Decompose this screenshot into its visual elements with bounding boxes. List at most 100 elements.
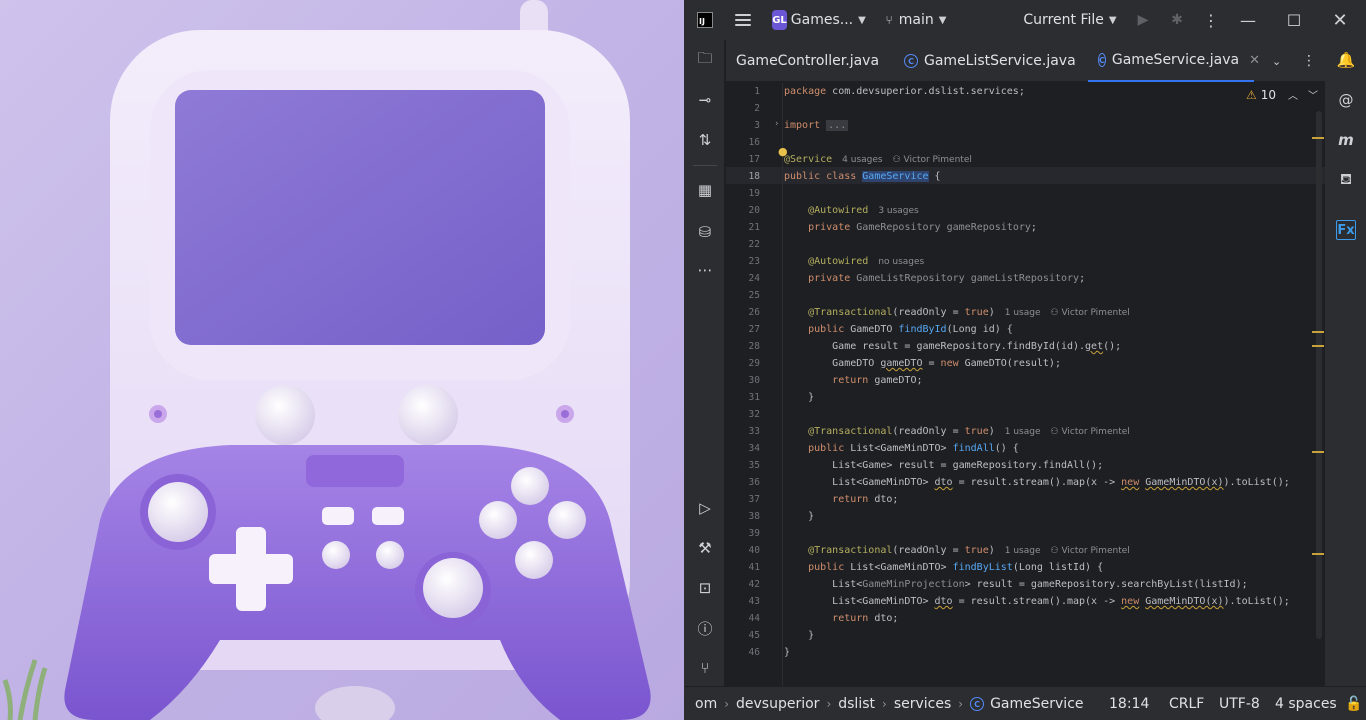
line-number: 23 [748, 256, 760, 267]
line-number: 45 [748, 630, 760, 641]
file-encoding[interactable]: UTF-8 [1219, 687, 1260, 720]
code-line: import ... [784, 120, 849, 131]
terminal-icon[interactable]: ⊡ [695, 578, 715, 598]
ai-assistant-icon[interactable]: @ [1336, 90, 1356, 110]
maximize-button[interactable]: ☐ [1271, 0, 1317, 40]
code-line: } [784, 511, 815, 522]
code-line: public GameDTO findById(Long id) { [808, 324, 1013, 335]
maven-icon[interactable]: m [1336, 130, 1356, 150]
intellij-logo-icon[interactable]: IJ [695, 0, 715, 40]
database-icon[interactable]: ⛁ [695, 222, 715, 242]
lightbulb-icon[interactable]: ● [778, 145, 788, 158]
previous-highlight-icon[interactable]: ︿ [1288, 87, 1298, 102]
commit-icon[interactable]: ⊸ [695, 90, 715, 110]
branch-selector[interactable]: ⑂ main ▼ [881, 0, 951, 40]
debug-icon[interactable]: ✱ [1167, 0, 1187, 40]
breadcrumb-item[interactable]: services [894, 696, 951, 712]
gradle-icon[interactable]: ⛾ [1336, 170, 1356, 190]
inspection-widget[interactable]: ⚠ 10 ︿ ﹀ [1246, 87, 1318, 103]
line-number: 29 [748, 358, 760, 369]
build-icon[interactable]: ⚒ [695, 538, 715, 558]
code-line: private GameListRepository gameListRepos… [808, 273, 1086, 284]
tab-game-controller[interactable]: GameController.java [736, 40, 879, 82]
tab-game-service[interactable]: C GameService.java ✕ [1088, 40, 1260, 82]
project-selector[interactable]: GL Games... ▼ [772, 0, 866, 40]
line-number: 35 [748, 460, 760, 471]
git-branch-icon: ⑂ [885, 13, 893, 27]
code-line: GameDTO gameDTO = new GameDTO(result); [784, 358, 1061, 369]
git-icon[interactable]: ⑂ [695, 658, 715, 678]
code-line: List<GameMinProjection> result = gameRep… [784, 579, 1248, 590]
code-line: List<GameMinDTO> dto = result.stream().m… [784, 477, 1290, 488]
services-icon[interactable]: ▷ [695, 498, 715, 518]
caret-position[interactable]: 18:14 [1109, 687, 1149, 720]
game-console-illustration [0, 0, 684, 720]
fold-arrow-icon[interactable]: › [775, 119, 779, 129]
line-ending[interactable]: CRLF [1169, 687, 1204, 720]
run-icon[interactable]: ▶ [1133, 0, 1153, 40]
tab-game-list-service[interactable]: C GameListService.java [904, 40, 1076, 82]
minimize-button[interactable]: — [1225, 0, 1271, 40]
problems-icon[interactable]: ⓘ [695, 618, 715, 638]
tab-label: GameListService.java [924, 53, 1076, 69]
code-line: return dto; [832, 613, 899, 624]
warning-count: 10 [1260, 87, 1277, 102]
code-line: @Transactional(readOnly = true) 1 usage ⚇ … [808, 307, 1130, 318]
run-config-selector[interactable]: Current File ▼ [1023, 0, 1117, 40]
more-actions-icon[interactable]: ⋮ [1201, 0, 1221, 40]
code-line: List<GameMinDTO> dto = result.stream().m… [784, 596, 1290, 607]
notifications-icon[interactable]: 🔔 [1336, 50, 1356, 70]
code-line: @Service 4 usages ⚇ Victor Pimentel [784, 154, 972, 165]
editor-scrollbar[interactable] [1316, 111, 1322, 639]
warning-marker[interactable] [1312, 553, 1324, 555]
main-menu-button[interactable] [733, 0, 753, 40]
close-button[interactable]: ✕ [1317, 0, 1363, 40]
project-name: Games... [790, 12, 854, 28]
line-number: 31 [748, 392, 760, 403]
line-number: 1 [754, 86, 760, 97]
lock-icon[interactable]: 🔓 [1345, 687, 1362, 720]
code-line: } [784, 392, 815, 403]
chevron-down-icon: ▼ [1108, 14, 1117, 26]
code-line: public List<GameMinDTO> findByList(Long … [808, 562, 1104, 573]
line-number: 28 [748, 341, 760, 352]
code-line: List<Game> result = gameRepository.findA… [784, 460, 1104, 471]
line-number: 33 [748, 426, 760, 437]
warning-marker[interactable] [1312, 331, 1324, 333]
indent-setting[interactable]: 4 spaces [1275, 687, 1337, 720]
line-number: 21 [748, 222, 760, 233]
line-number: 24 [748, 273, 760, 284]
warning-icon: ⚠ [1246, 87, 1257, 102]
line-number: 30 [748, 375, 760, 386]
pull-requests-icon[interactable]: ⇅ [695, 130, 715, 150]
title-bar: IJ GL Games... ▼ ⑂ main ▼ Current File ▼… [685, 0, 1366, 40]
code-line: Game result = gameRepository.findById(id… [784, 341, 1122, 352]
code-line: @Autowired no usages [808, 256, 925, 267]
fx-icon[interactable]: Fx [1336, 220, 1356, 240]
warning-marker[interactable] [1312, 451, 1324, 453]
line-number: 40 [748, 545, 760, 556]
code-line: @Autowired 3 usages [808, 205, 919, 216]
close-tab-icon[interactable]: ✕ [1249, 53, 1260, 68]
more-tools-icon[interactable]: ⋯ [695, 260, 715, 280]
code-editor[interactable]: ⚠ 10 ︿ ﹀ 1 2 3 16 17 18 19 20 21 22 23 2… [726, 83, 1325, 686]
next-highlight-icon[interactable]: ﹀ [1308, 87, 1318, 102]
class-icon: C [970, 697, 985, 711]
warning-marker[interactable] [1312, 345, 1324, 347]
warning-marker[interactable] [1312, 137, 1324, 139]
line-number: 36 [748, 477, 760, 488]
breadcrumb-item[interactable]: om [695, 696, 717, 712]
tabs-dropdown-icon[interactable]: ⌄ [1272, 40, 1281, 82]
line-number: 38 [748, 511, 760, 522]
tabs-more-icon[interactable]: ⋮ [1302, 40, 1316, 82]
project-folder-icon[interactable]: 🗀 [695, 49, 715, 70]
line-number: 41 [748, 562, 760, 573]
breadcrumb-item[interactable]: dslist [838, 696, 875, 712]
code-line: @Transactional(readOnly = true) 1 usage ⚇ … [808, 545, 1130, 556]
structure-icon[interactable]: ▦ [695, 180, 715, 200]
breadcrumb-item[interactable]: GameService [990, 696, 1083, 712]
breadcrumb-item[interactable]: devsuperior [736, 696, 819, 712]
line-number: 42 [748, 579, 760, 590]
left-tool-strip: 🗀 ⊸ ⇅ ▦ ⛁ ⋯ ▷ ⚒ ⊡ ⓘ ⑂ [685, 40, 725, 686]
tab-label: GameService.java [1111, 52, 1240, 68]
